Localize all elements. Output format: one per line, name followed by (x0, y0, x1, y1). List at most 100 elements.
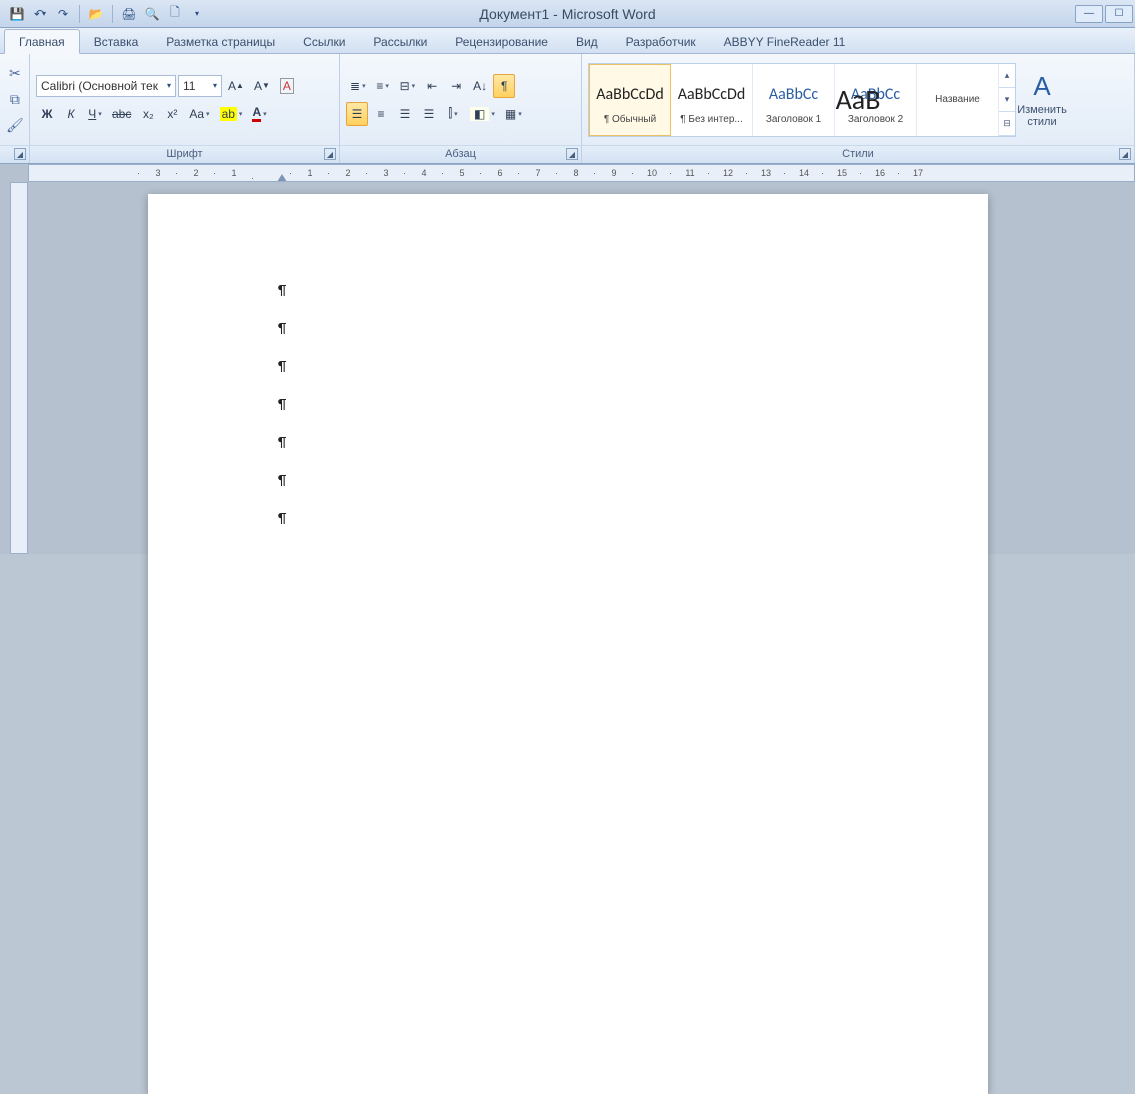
highlight-color-button[interactable]: ab▾ (216, 102, 247, 126)
ruler-tick: 8 (557, 168, 595, 178)
paragraph-mark[interactable]: ¶ (278, 474, 988, 488)
tab-page-layout[interactable]: Разметка страницы (152, 30, 289, 53)
italic-button[interactable]: К (60, 102, 82, 126)
ruler-tick: 1 (215, 168, 253, 178)
window-title: Документ1 - Microsoft Word (479, 6, 655, 22)
clear-formatting-button[interactable]: A (276, 74, 298, 98)
align-right-button[interactable]: ☰ (394, 102, 416, 126)
styles-expand[interactable]: ⊟ (999, 112, 1015, 136)
ruler-tick: 2 (177, 168, 215, 178)
separator (79, 5, 80, 23)
borders-button[interactable]: ▦▾ (501, 102, 526, 126)
quick-print-button[interactable]: 🖨 (118, 3, 140, 25)
paragraph-mark[interactable]: ¶ (278, 360, 988, 374)
change-case-button[interactable]: Aa▾ (185, 102, 213, 126)
bold-button[interactable]: Ж (36, 102, 58, 126)
open-button[interactable]: 📂 (85, 3, 107, 25)
group-clipboard: ✂ ⧉ 🖌 ◢ (0, 54, 30, 163)
ruler-tick: 17 (899, 168, 937, 178)
bullets-button[interactable]: ≣▾ (346, 74, 370, 98)
change-styles-icon: A (1033, 71, 1050, 102)
increase-indent-button[interactable]: ⇥ (445, 74, 467, 98)
font-dialog-launcher[interactable]: ◢ (324, 148, 336, 160)
tab-mailings[interactable]: Рассылки (359, 30, 441, 53)
align-center-button[interactable]: ≡ (370, 102, 392, 126)
vertical-ruler[interactable] (10, 182, 28, 554)
group-label: Абзац ◢ (340, 145, 581, 163)
subscript-button[interactable]: x₂ (137, 102, 159, 126)
tab-references[interactable]: Ссылки (289, 30, 359, 53)
tab-review[interactable]: Рецензирование (441, 30, 562, 53)
strike-button[interactable]: abc (108, 102, 135, 126)
new-doc-button[interactable]: 🗋 (164, 3, 186, 25)
ruler-tick: 1 (291, 168, 329, 178)
tab-insert[interactable]: Вставка (80, 30, 153, 53)
paragraph-mark[interactable]: ¶ (278, 512, 988, 526)
save-button[interactable]: 💾 (6, 3, 28, 25)
ruler-tick: 13 (747, 168, 785, 178)
style-heading1[interactable]: AaBbCc Заголовок 1 (753, 64, 835, 136)
clipboard-dialog-launcher[interactable]: ◢ (14, 148, 26, 160)
print-preview-button[interactable]: 🔍 (141, 3, 163, 25)
numbering-button[interactable]: ≡▾ (372, 74, 394, 98)
maximize-button[interactable]: ☐ (1105, 5, 1133, 23)
tab-home[interactable]: Главная (4, 29, 80, 54)
ruler-tick: 3 (139, 168, 177, 178)
horizontal-ruler[interactable]: 3211234567891011121314151617 (28, 164, 1135, 182)
ruler-tick: 15 (823, 168, 861, 178)
sort-button[interactable]: A↓ (469, 74, 491, 98)
cut-button[interactable]: ✂ (6, 62, 24, 86)
grow-font-button[interactable]: A▲ (224, 74, 248, 98)
group-styles: AaBbCcDd ¶ Обычный AaBbCcDd ¶ Без интер.… (582, 54, 1135, 163)
minimize-button[interactable]: ― (1075, 5, 1103, 23)
document-page[interactable]: ¶ ¶ ¶ ¶ ¶ ¶ ¶ (148, 194, 988, 1094)
copy-button[interactable]: ⧉ (6, 88, 24, 112)
font-name-combo[interactable]: Calibri (Основной тек▾ (36, 75, 176, 97)
quick-access-toolbar: 💾 ↶▾ ↷ 📂 🖨 🔍 🗋 ▾ (0, 3, 209, 25)
align-left-button[interactable]: ☰ (346, 102, 368, 126)
ruler-tick: 2 (329, 168, 367, 178)
styles-scroll-up[interactable]: ▴ (999, 64, 1015, 88)
paragraph-mark[interactable]: ¶ (278, 284, 988, 298)
underline-button[interactable]: Ч▾ (84, 102, 106, 126)
tab-view[interactable]: Вид (562, 30, 612, 53)
group-label: ◢ (0, 145, 29, 163)
paragraph-dialog-launcher[interactable]: ◢ (566, 148, 578, 160)
group-label: Стили ◢ (582, 145, 1134, 163)
show-pilcrow-button[interactable]: ¶ (493, 74, 515, 98)
styles-scroll-down[interactable]: ▾ (999, 88, 1015, 112)
left-indent-marker[interactable] (277, 174, 287, 182)
qat-customize-button[interactable]: ▾ (187, 3, 209, 25)
paragraph-mark[interactable]: ¶ (278, 322, 988, 336)
ruler-tick: 16 (861, 168, 899, 178)
redo-button[interactable]: ↷ (52, 3, 74, 25)
ribbon-tabs: Главная Вставка Разметка страницы Ссылки… (0, 28, 1135, 54)
ribbon: ✂ ⧉ 🖌 ◢ Calibri (Основной тек▾ 11▾ A▲ A▼… (0, 54, 1135, 164)
undo-button[interactable]: ↶▾ (29, 3, 51, 25)
format-painter-button[interactable]: 🖌 (6, 114, 24, 138)
superscript-button[interactable]: x² (161, 102, 183, 126)
ruler-tick: 5 (443, 168, 481, 178)
shrink-font-button[interactable]: A▼ (250, 74, 274, 98)
font-size-combo[interactable]: 11▾ (178, 75, 222, 97)
line-spacing-button[interactable]: ⫿▾ (442, 102, 464, 126)
decrease-indent-button[interactable]: ⇤ (421, 74, 443, 98)
paragraph-mark[interactable]: ¶ (278, 436, 988, 450)
title-bar: 💾 ↶▾ ↷ 📂 🖨 🔍 🗋 ▾ Документ1 - Microsoft W… (0, 0, 1135, 28)
style-no-spacing[interactable]: AaBbCcDd ¶ Без интер... (671, 64, 753, 136)
multilevel-list-button[interactable]: ⊟▾ (396, 74, 420, 98)
paragraph-mark[interactable]: ¶ (278, 398, 988, 412)
window-controls: ― ☐ (1075, 5, 1135, 23)
ruler-tick: 3 (367, 168, 405, 178)
change-styles-button[interactable]: A Изменить стили (1016, 67, 1068, 132)
justify-button[interactable]: ☰ (418, 102, 440, 126)
tab-abbyy[interactable]: ABBYY FineReader 11 (710, 30, 860, 53)
workspace: 3211234567891011121314151617 ¶¶¶¶¶¶¶ (0, 164, 1135, 554)
style-title[interactable]: АаВ Название (917, 64, 999, 136)
font-color-button[interactable]: A▾ (248, 102, 270, 126)
tab-developer[interactable]: Разработчик (612, 30, 710, 53)
shading-button[interactable]: ◧▾ (466, 102, 499, 126)
ruler-tick: 7 (519, 168, 557, 178)
styles-dialog-launcher[interactable]: ◢ (1119, 148, 1131, 160)
style-normal[interactable]: AaBbCcDd ¶ Обычный (589, 64, 671, 136)
